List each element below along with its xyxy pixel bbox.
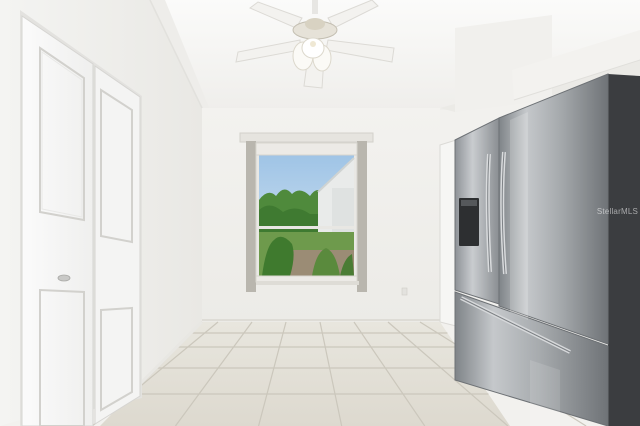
watermark: StellarMLS [596,207,638,216]
room-illustration [0,0,640,426]
garden-view [259,155,355,276]
refrigerator[interactable] [454,73,640,426]
curtain-right [357,141,367,292]
closet-knob[interactable] [57,274,71,282]
window-valance [239,132,374,143]
interior-door[interactable] [439,139,457,327]
window [239,132,374,292]
curtain-left [246,141,256,292]
interior-photo: StellarMLS [0,0,640,426]
